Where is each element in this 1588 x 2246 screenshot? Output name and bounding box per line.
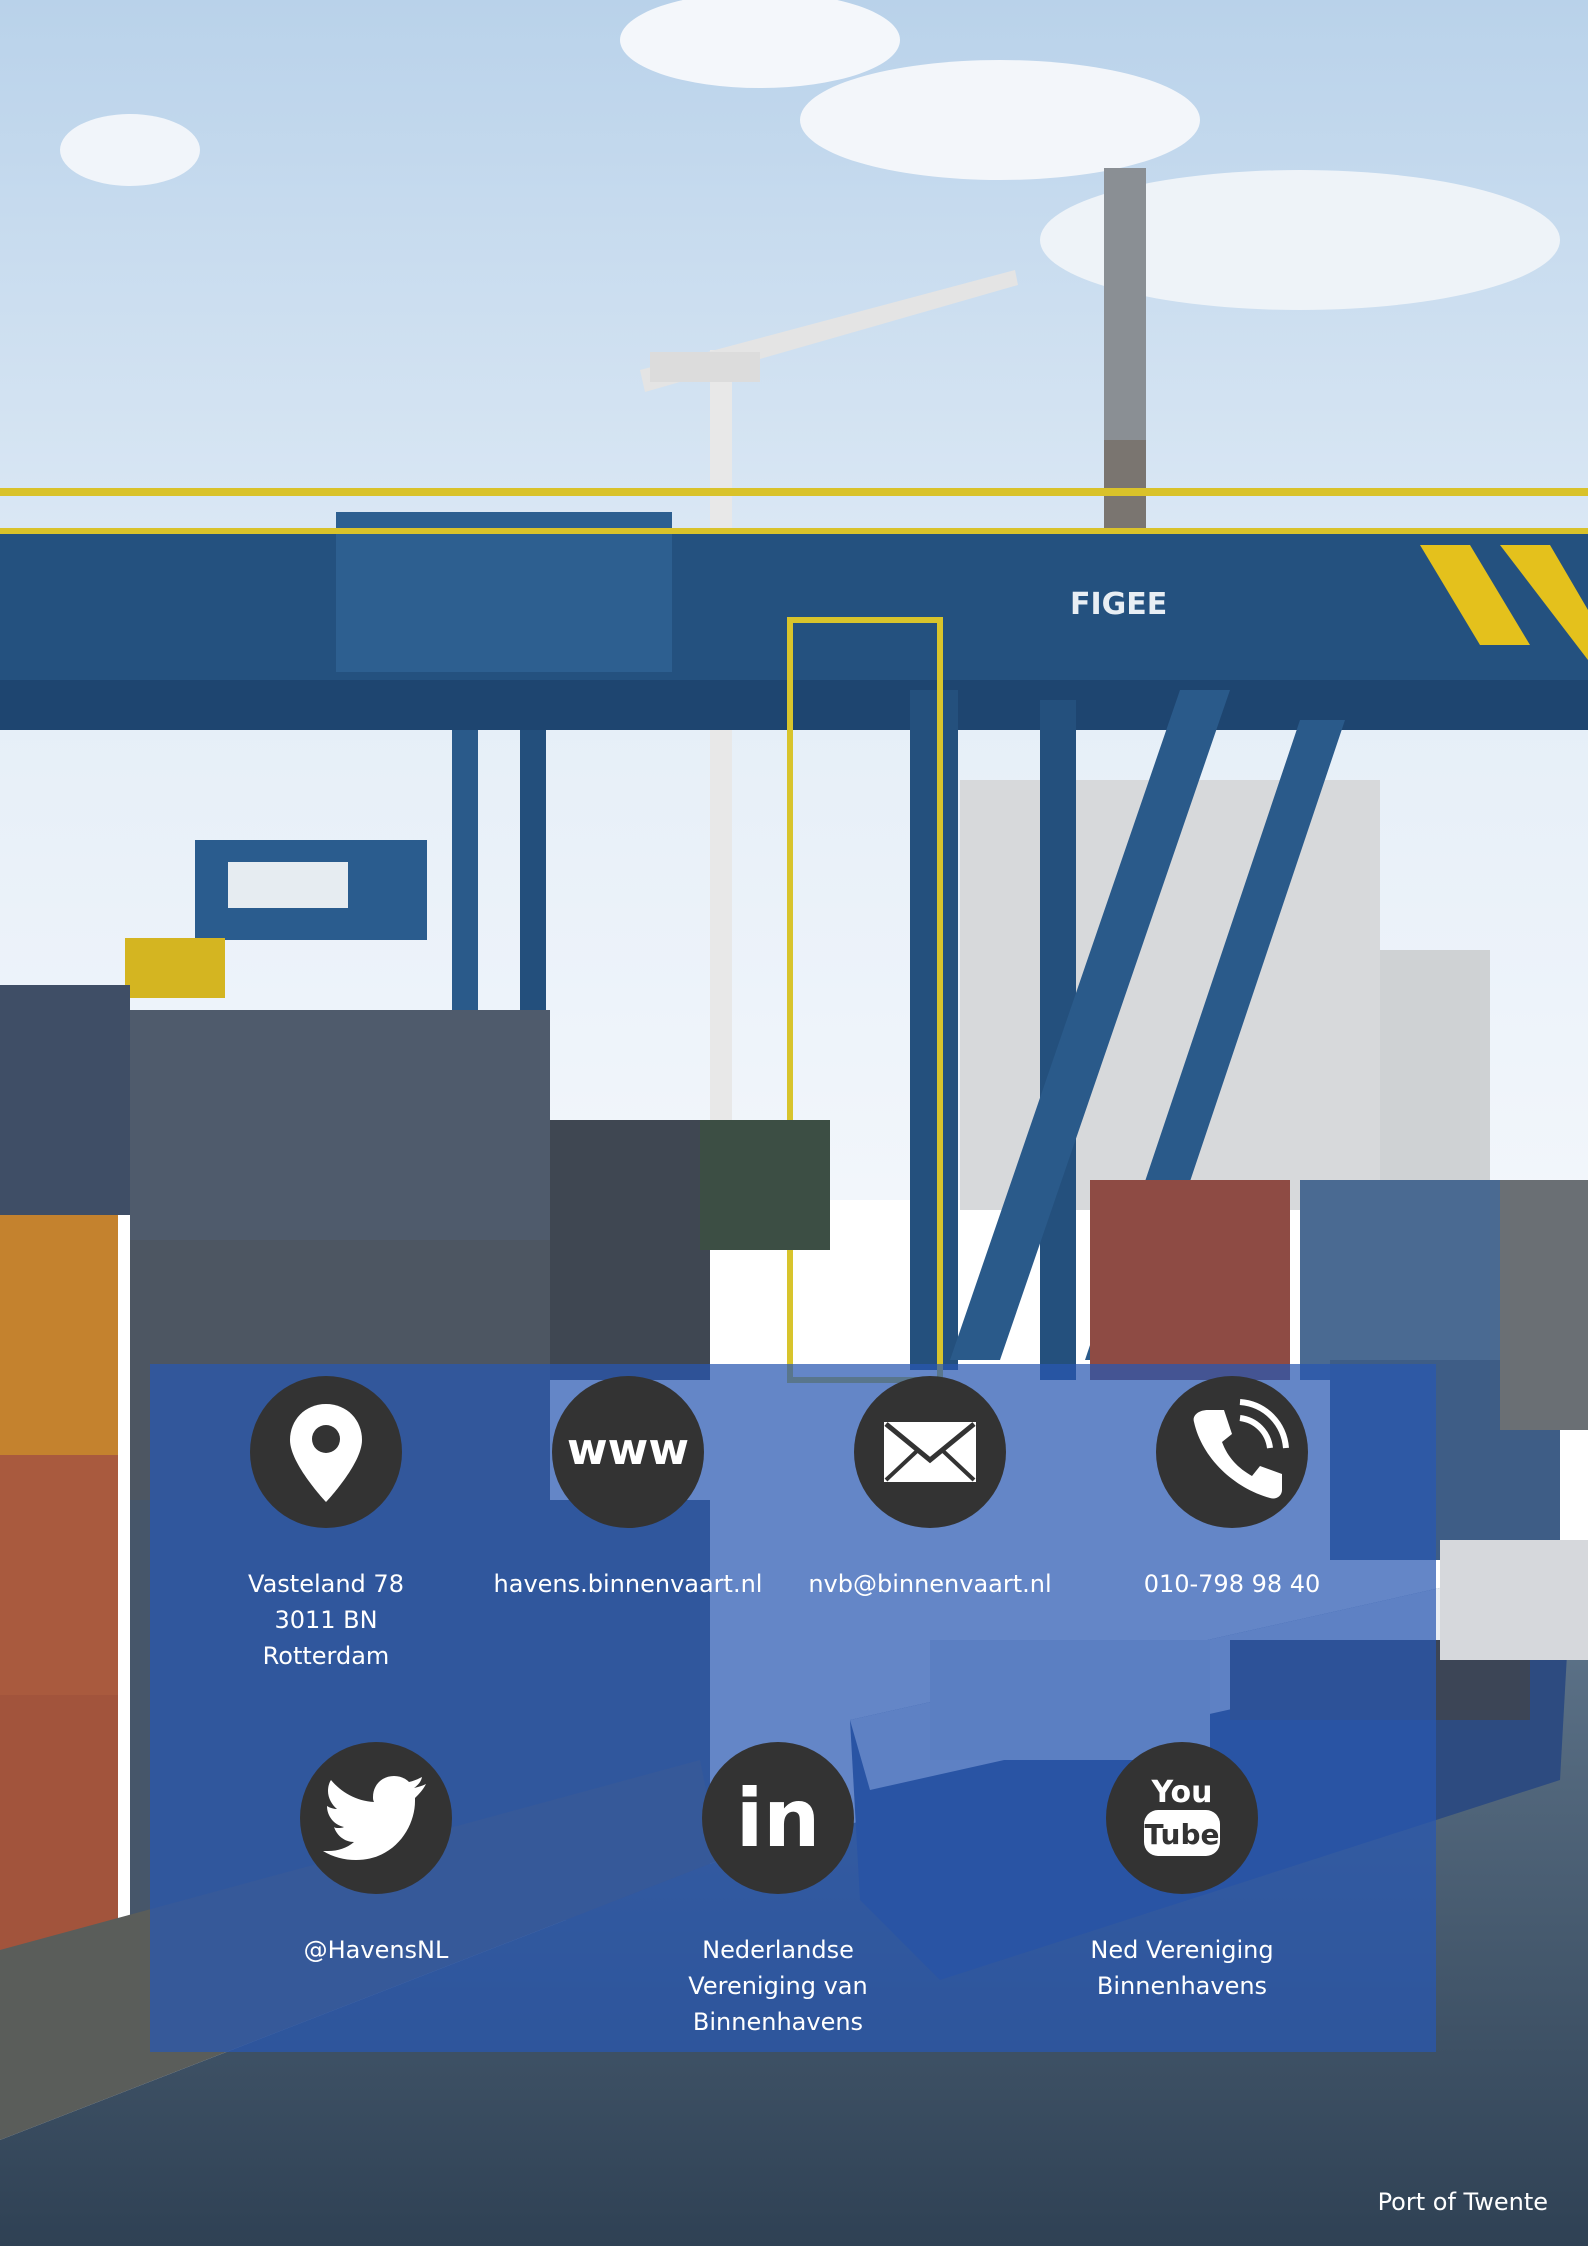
www-icon-text: www xyxy=(567,1424,689,1475)
linkedin-line-2[interactable]: Vereniging van xyxy=(638,1968,918,2004)
twitter-block: @HavensNL xyxy=(236,1742,516,1968)
youtube-line-1[interactable]: Ned Vereniging xyxy=(1042,1932,1322,1968)
map-pin-icon xyxy=(250,1376,402,1528)
youtube-line-2[interactable]: Binnenhavens xyxy=(1042,1968,1322,2004)
website-block: www havens.binnenvaart.nl xyxy=(488,1376,768,1602)
linkedin-line-1[interactable]: Nederlandse xyxy=(638,1932,918,1968)
email-block: nvb@binnenvaart.nl xyxy=(790,1376,1070,1602)
address-line-2: 3011 BN xyxy=(274,1606,378,1634)
website-link[interactable]: havens.binnenvaart.nl xyxy=(488,1566,768,1602)
linkedin-icon[interactable]: in xyxy=(702,1742,854,1894)
youtube-block: You Tube Ned Vereniging Binnenhavens xyxy=(1042,1742,1322,2004)
youtube-icon[interactable]: You Tube xyxy=(1106,1742,1258,1894)
phone-number[interactable]: 010-798 98 40 xyxy=(1092,1566,1372,1602)
www-icon[interactable]: www xyxy=(552,1376,704,1528)
youtube-icon-text-bottom: Tube xyxy=(1145,1818,1220,1851)
envelope-icon[interactable] xyxy=(854,1376,1006,1528)
address-line-1: Vasteland 78 xyxy=(248,1570,404,1598)
twitter-handle[interactable]: @HavensNL xyxy=(236,1932,516,1968)
phone-block: 010-798 98 40 xyxy=(1092,1376,1372,1602)
youtube-icon-text-top: You xyxy=(1151,1775,1213,1810)
linkedin-line-3[interactable]: Binnenhavens xyxy=(638,2004,918,2040)
linkedin-block: in Nederlandse Vereniging van Binnenhave… xyxy=(638,1742,918,2040)
email-link[interactable]: nvb@binnenvaart.nl xyxy=(790,1566,1070,1602)
linkedin-icon-text: in xyxy=(736,1772,820,1865)
footer-text: Port of Twente xyxy=(1377,2188,1548,2216)
twitter-icon[interactable] xyxy=(300,1742,452,1894)
address-block: Vasteland 78 3011 BN Rotterdam xyxy=(186,1376,466,1674)
phone-icon[interactable] xyxy=(1156,1376,1308,1528)
address-line-3: Rotterdam xyxy=(262,1642,390,1670)
svg-text:FIGEE: FIGEE xyxy=(1070,587,1167,622)
